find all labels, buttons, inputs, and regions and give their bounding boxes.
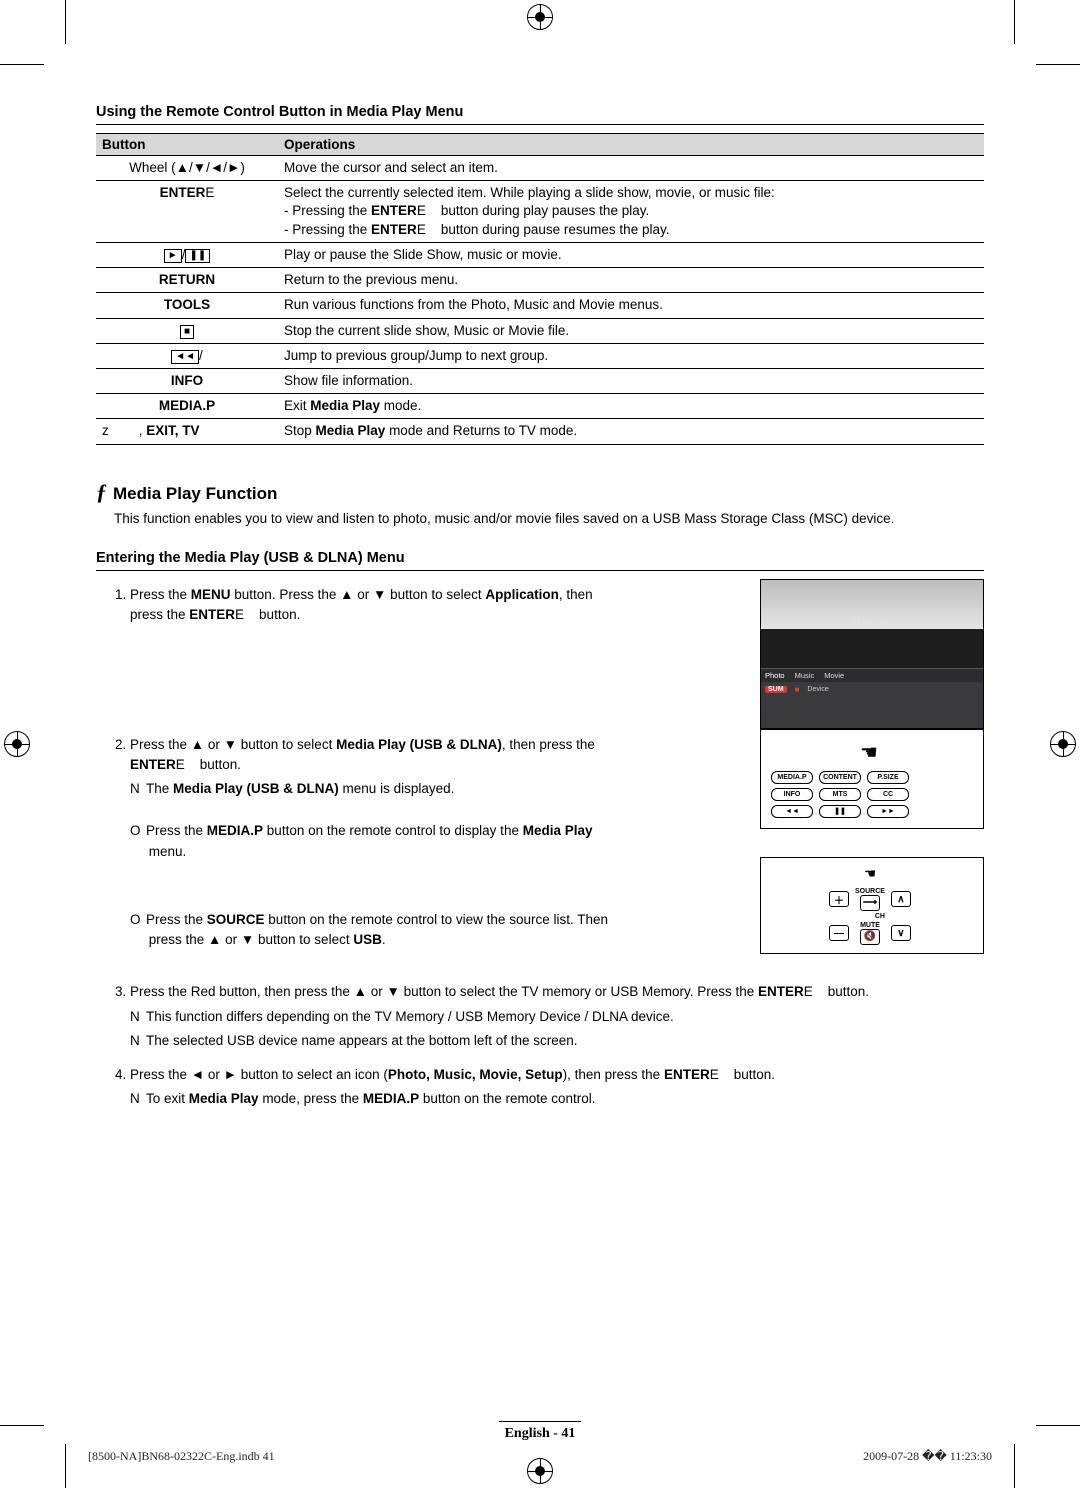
note-text: The selected USB device name appears at … [146, 1033, 578, 1048]
btn-cell: ►/❚❚ [96, 242, 278, 267]
ch-label: CH [855, 913, 885, 920]
op-cell: Jump to previous group/Jump to next grou… [278, 343, 984, 368]
note-text: This function differs depending on the T… [146, 1009, 674, 1024]
btn-cell: TOOLS [96, 293, 278, 318]
table-row: ■Stop the current slide show, Music or M… [96, 318, 984, 343]
intro-text: This function enables you to view and li… [114, 511, 984, 526]
registration-mark-icon [4, 731, 30, 757]
steps-list: Press the Red button, then press the ▲ o… [96, 982, 984, 1109]
media-tabs: Photo Music Movie [761, 668, 983, 682]
btn-psize: P.SIZE [867, 771, 909, 784]
mute-icon: 🔇 [860, 929, 880, 945]
sum-badge: SUM [765, 686, 787, 693]
mute-label: MUTE [855, 922, 885, 929]
remote-buttons-figure: ☚ MEDIA.P CONTENT P.SIZE INFO MTS CC ◄◄ … [760, 729, 984, 829]
device-label: Device [807, 686, 828, 693]
print-file-name: [8500-NA]BN68-02322C-Eng.indb 41 [88, 1449, 275, 1464]
hand-pointer-icon: ☚ [860, 740, 878, 765]
btn-cell: MEDIA.P [96, 394, 278, 419]
op-cell: Play or pause the Slide Show, music or m… [278, 242, 984, 267]
btn-rew: ◄◄ [771, 805, 813, 818]
subsection-heading: Entering the Media Play (USB & DLNA) Men… [96, 550, 984, 571]
crop-mark [1036, 64, 1080, 65]
crop-mark [65, 0, 66, 44]
btn-cc: CC [867, 788, 909, 801]
btn-info: INFO [771, 788, 813, 801]
btn-cell: z , EXIT, TV [96, 419, 278, 444]
table-row: ►/❚❚Play or pause the Slide Show, music … [96, 242, 984, 267]
op-cell: Exit Media Play mode. [278, 394, 984, 419]
tab-music: Music [795, 671, 815, 680]
cursive-glyph: ƒ [96, 479, 107, 504]
table-row: RETURNReturn to the previous menu. [96, 268, 984, 293]
crop-mark [1014, 1444, 1015, 1488]
table-row: ENTERESelect the currently selected item… [96, 181, 984, 243]
remote-button-table: Button Operations Wheel (▲/▼/◄/►)Move th… [96, 133, 984, 445]
btn-cell: Wheel (▲/▼/◄/►) [96, 156, 278, 181]
table-row: TOOLSRun various functions from the Phot… [96, 293, 984, 318]
btn-mediap: MEDIA.P [771, 771, 813, 784]
vol-down-icon: — [829, 925, 849, 941]
btn-cell: ENTERE [96, 181, 278, 243]
source-label: SOURCE [855, 888, 885, 895]
btn-content: CONTENT [819, 771, 861, 784]
crop-mark [65, 1444, 66, 1488]
btn-mts: MTS [819, 788, 861, 801]
op-cell: Run various functions from the Photo, Mu… [278, 293, 984, 318]
page-footer-center: English - 41 [0, 1421, 1080, 1442]
source-icon: ⟶ [860, 895, 880, 911]
hand-pointer-icon: ☚ [864, 866, 876, 882]
table-row: MEDIA.PExit Media Play mode. [96, 394, 984, 419]
registration-mark-icon [527, 4, 553, 30]
ch-up-icon: ∧ [891, 891, 911, 907]
table-row: ◄◄/Jump to previous group/Jump to next g… [96, 343, 984, 368]
tab-movie: Movie [824, 671, 844, 680]
table-row: z , EXIT, TVStop Media Play mode and Ret… [96, 419, 984, 444]
step-2: Press the ▲ or ▼ button to select Media … [130, 735, 742, 951]
registration-mark-icon [1050, 731, 1076, 757]
tab-photo: Photo [765, 671, 785, 680]
screen-footer: SUM ■Device [761, 682, 983, 697]
crop-mark [1014, 0, 1015, 44]
print-timestamp: 2009-07-28 �� 11:23:30 [863, 1449, 992, 1464]
vol-up-icon: ＋ [829, 891, 849, 907]
steps-list: Press the MENU button. Press the ▲ or ▼ … [96, 585, 742, 626]
btn-cell: ◄◄/ [96, 343, 278, 368]
print-footer: [8500-NA]BN68-02322C-Eng.indb 41 2009-07… [88, 1449, 992, 1464]
step-3: Press the Red button, then press the ▲ o… [130, 982, 984, 1051]
btn-cell: RETURN [96, 268, 278, 293]
page-number-label: English - 41 [499, 1421, 582, 1442]
table-row: INFOShow file information. [96, 368, 984, 393]
op-cell: Return to the previous menu. [278, 268, 984, 293]
btn-pause: ❚❚ [819, 805, 861, 818]
btn-cell: ■ [96, 318, 278, 343]
screenshot-media-play: 851.86MB/993.02MB Free Photo Photo Music… [760, 579, 984, 729]
page-content: Using the Remote Control Button in Media… [96, 80, 984, 1393]
op-cell: Stop Media Play mode and Returns to TV m… [278, 419, 984, 444]
step-1: Press the MENU button. Press the ▲ or ▼ … [130, 585, 742, 626]
op-cell: Show file information. [278, 368, 984, 393]
op-cell: Select the currently selected item. Whil… [278, 181, 984, 243]
btn-ff: ►► [867, 805, 909, 818]
step-4: Press the ◄ or ► button to select an ico… [130, 1065, 984, 1110]
section-heading: Using the Remote Control Button in Media… [96, 104, 984, 125]
op-cell: Move the cursor and select an item. [278, 156, 984, 181]
col-operations: Operations [278, 134, 984, 156]
main-heading: ƒMedia Play Function [96, 479, 984, 505]
ch-down-icon: ∨ [891, 925, 911, 941]
steps-list: Press the ▲ or ▼ button to select Media … [96, 735, 742, 951]
crop-mark [0, 64, 44, 65]
op-cell: Stop the current slide show, Music or Mo… [278, 318, 984, 343]
col-button: Button [96, 134, 278, 156]
remote-source-figure: ☚ ＋ SOURCE ⟶ ∧ CH — MUTE 🔇 ∨ [760, 857, 984, 954]
table-row: Wheel (▲/▼/◄/►)Move the cursor and selec… [96, 156, 984, 181]
btn-cell: INFO [96, 368, 278, 393]
